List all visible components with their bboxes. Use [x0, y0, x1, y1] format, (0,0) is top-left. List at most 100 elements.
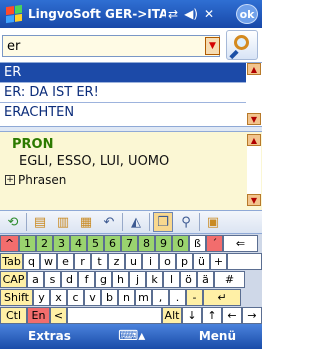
keyboard-key[interactable]: 2 — [36, 235, 53, 252]
space-key[interactable] — [67, 307, 162, 324]
phrases-label: Phrasen — [18, 173, 67, 187]
copy-icon[interactable]: ▤ — [30, 212, 50, 232]
keyboard-key[interactable]: 8 — [138, 235, 155, 252]
keyboard-icon[interactable]: ⌨▴ — [118, 328, 145, 344]
keyboard-key[interactable]: . — [169, 289, 186, 306]
list-scrollbar[interactable]: ▲ ▼ — [247, 63, 261, 125]
shift-key[interactable]: Shift — [0, 289, 33, 306]
keyboard-key[interactable]: ß — [189, 235, 206, 252]
keyboard-key[interactable]: + — [210, 253, 227, 270]
ok-button[interactable]: ok — [236, 4, 258, 24]
keyboard-key[interactable]: v — [84, 289, 101, 306]
search-row: ▼ — [0, 28, 262, 62]
search-button[interactable] — [226, 30, 258, 60]
keyboard-key[interactable]: 9 — [155, 235, 172, 252]
softkey-bar: Extras ⌨▴ Menü — [0, 324, 262, 349]
list-item[interactable]: ER: DA IST ER! — [0, 83, 246, 103]
keyboard-key[interactable]: a — [27, 271, 44, 288]
keyboard-key[interactable]: s — [44, 271, 61, 288]
arrow-left-key[interactable]: ← — [222, 307, 242, 324]
keyboard-key[interactable]: c — [67, 289, 84, 306]
tab-key[interactable]: Tab — [0, 253, 23, 270]
speak-icon[interactable]: ◭ — [126, 212, 146, 232]
undo-icon[interactable]: ↶ — [99, 212, 119, 232]
chevron-down-icon[interactable]: ▼ — [205, 37, 220, 55]
list-item[interactable]: ER — [0, 63, 246, 83]
phrases-node[interactable]: + Phrasen — [5, 173, 66, 187]
keyboard-key[interactable]: ü — [193, 253, 210, 270]
menu-softkey[interactable]: Menü — [199, 329, 236, 343]
translate-icon[interactable]: ❐ — [153, 212, 173, 232]
keyboard-key[interactable]: w — [40, 253, 57, 270]
refresh-icon[interactable]: ⟲ — [3, 212, 23, 232]
arrow-down-key[interactable]: ↓ — [182, 307, 202, 324]
enter-key[interactable]: ↵ — [203, 289, 241, 306]
keyboard-key[interactable]: n — [118, 289, 135, 306]
keyboard-key[interactable]: ^ — [0, 235, 19, 252]
scroll-down-icon[interactable]: ▼ — [247, 113, 261, 125]
windows-flag-icon — [6, 4, 22, 24]
keyboard-key[interactable]: o — [159, 253, 176, 270]
find-icon[interactable]: ⚲ — [176, 212, 196, 232]
keyboard-key[interactable]: ´ — [206, 235, 223, 252]
backspace-key[interactable]: ⇐ — [223, 235, 258, 252]
paste-icon[interactable]: ▥ — [53, 212, 73, 232]
translation-pane: PRON EGLI, ESSO, LUI, UOMO + Phrasen ▲ ▼ — [0, 132, 262, 210]
keyboard-key[interactable]: < — [50, 307, 67, 324]
keyboard-key[interactable] — [227, 253, 262, 270]
keyboard-key[interactable]: 4 — [70, 235, 87, 252]
arrow-right-key[interactable]: → — [242, 307, 262, 324]
toolbar: ⟲ ▤ ▥ ▦ ↶ ◭ ❐ ⚲ ▣ — [0, 210, 262, 234]
search-input[interactable] — [2, 35, 220, 57]
keyboard-key[interactable]: l — [163, 271, 180, 288]
keyboard-key[interactable]: ö — [180, 271, 197, 288]
caps-key[interactable]: CAP — [0, 271, 27, 288]
keyboard-key[interactable]: z — [108, 253, 125, 270]
book-icon[interactable]: ▣ — [203, 212, 223, 232]
keyboard-key[interactable]: 0 — [172, 235, 189, 252]
sync-icon[interactable]: ⇄ — [168, 7, 178, 21]
keyboard-key[interactable]: b — [101, 289, 118, 306]
keyboard-key[interactable]: e — [57, 253, 74, 270]
keyboard-key[interactable]: p — [176, 253, 193, 270]
scroll-up-icon[interactable]: ▲ — [247, 134, 261, 146]
arrow-up-key[interactable]: ↑ — [202, 307, 222, 324]
keyboard-key[interactable]: # — [214, 271, 245, 288]
keyboard-key[interactable]: ä — [197, 271, 214, 288]
keyboard-key[interactable]: g — [95, 271, 112, 288]
list-item[interactable]: ERACHTEN — [0, 103, 246, 123]
speaker-icon[interactable]: ◀) — [184, 7, 198, 21]
keyboard-key[interactable]: q — [23, 253, 40, 270]
keyboard-key[interactable]: j — [129, 271, 146, 288]
keyboard-key[interactable]: r — [74, 253, 91, 270]
keyboard-key[interactable]: t — [91, 253, 108, 270]
keyboard-key[interactable]: 3 — [53, 235, 70, 252]
keyboard-key[interactable]: u — [125, 253, 142, 270]
expand-icon[interactable]: + — [5, 175, 15, 185]
keyboard-key[interactable]: k — [146, 271, 163, 288]
keyboard-key[interactable]: - — [186, 289, 203, 306]
start-button[interactable] — [0, 0, 28, 28]
alt-key[interactable]: Alt — [162, 307, 182, 324]
note-icon[interactable]: ▦ — [76, 212, 96, 232]
extras-softkey[interactable]: Extras — [28, 329, 71, 343]
ctrl-key[interactable]: Ctl — [0, 307, 27, 324]
keyboard-key[interactable]: 7 — [121, 235, 138, 252]
keyboard-key[interactable]: y — [33, 289, 50, 306]
keyboard-key[interactable]: 1 — [19, 235, 36, 252]
scroll-down-icon[interactable]: ▼ — [247, 194, 261, 206]
language-key[interactable]: En — [27, 307, 50, 324]
keyboard-key[interactable]: 6 — [104, 235, 121, 252]
title-bar: LingvoSoft GER->ITA ⇄ ◀) ✕ ok — [0, 0, 262, 28]
keyboard-key[interactable]: 5 — [87, 235, 104, 252]
keyboard-key[interactable]: h — [112, 271, 129, 288]
close-icon[interactable]: ✕ — [204, 7, 214, 21]
keyboard-key[interactable]: i — [142, 253, 159, 270]
keyboard-key[interactable]: m — [135, 289, 152, 306]
keyboard-key[interactable]: d — [61, 271, 78, 288]
keyboard-key[interactable]: f — [78, 271, 95, 288]
keyboard-key[interactable]: , — [152, 289, 169, 306]
translation-scrollbar[interactable]: ▲ ▼ — [247, 134, 261, 206]
scroll-up-icon[interactable]: ▲ — [247, 63, 261, 75]
keyboard-key[interactable]: x — [50, 289, 67, 306]
